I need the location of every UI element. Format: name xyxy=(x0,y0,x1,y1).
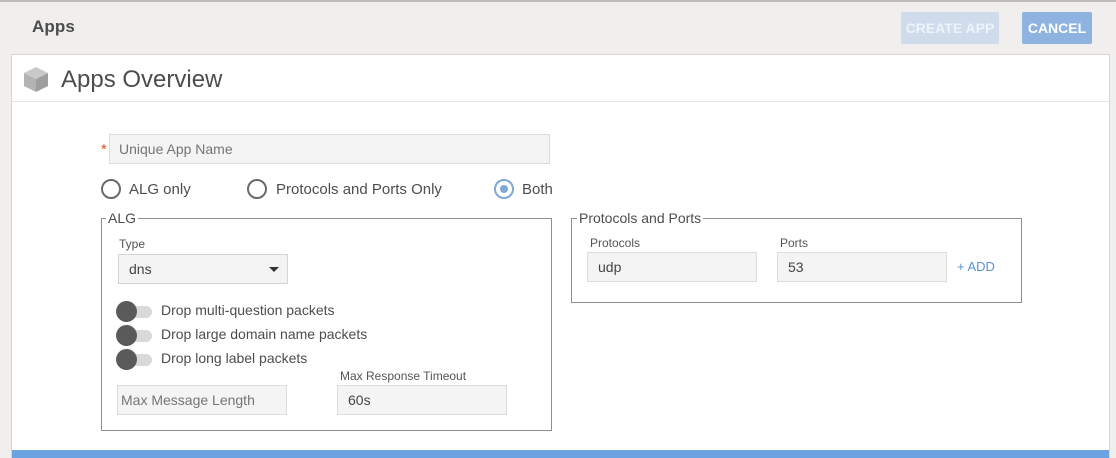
type-label: Type xyxy=(119,237,146,251)
app-name-input[interactable] xyxy=(109,134,550,164)
toggle-knob xyxy=(116,301,137,322)
protocols-label: Protocols xyxy=(590,236,641,250)
radio-protocols-ports-only[interactable] xyxy=(247,179,267,199)
toggle-knob xyxy=(116,349,137,370)
max-response-timeout-label: Max Response Timeout xyxy=(340,369,467,383)
alg-legend: ALG xyxy=(106,210,139,226)
chevron-down-icon xyxy=(269,267,279,272)
radio-alg-only[interactable] xyxy=(101,179,121,199)
page-title: Apps xyxy=(32,17,75,36)
ports-input[interactable] xyxy=(777,252,947,282)
add-port-button[interactable]: + ADD xyxy=(957,259,995,274)
protocols-ports-legend: Protocols and Ports xyxy=(577,210,704,226)
max-response-timeout-input[interactable] xyxy=(337,385,507,415)
app-window: Apps CREATE APP CANCEL Apps Overview * A… xyxy=(0,0,1116,458)
apps-overview-panel: Apps Overview * ALG only Protocols and P… xyxy=(11,54,1110,458)
radio-both[interactable] xyxy=(494,179,514,199)
alg-fieldset: ALG Type dns Drop multi-question packets… xyxy=(101,210,552,431)
cancel-button[interactable]: CANCEL xyxy=(1022,12,1092,44)
toggle-large-domain[interactable] xyxy=(116,324,154,346)
radio-both-label[interactable]: Both xyxy=(522,181,553,198)
radio-alg-only-label[interactable]: ALG only xyxy=(129,181,191,198)
required-indicator: * xyxy=(101,141,107,158)
toggle-long-label-label: Drop long label packets xyxy=(161,350,308,366)
max-message-length-input[interactable] xyxy=(117,385,287,415)
toggle-large-domain-label: Drop large domain name packets xyxy=(161,326,368,342)
panel-title: Apps Overview xyxy=(61,66,223,93)
create-app-button[interactable]: CREATE APP xyxy=(901,12,999,44)
protocols-ports-fieldset: Protocols and Ports Protocols Ports + AD… xyxy=(571,210,1022,303)
top-bar: Apps CREATE APP CANCEL xyxy=(0,2,1116,54)
panel-header: Apps Overview xyxy=(12,55,1109,102)
cube-icon xyxy=(24,67,48,92)
protocols-input[interactable] xyxy=(587,252,757,282)
toggle-long-label[interactable] xyxy=(116,348,154,370)
toggle-multi-question[interactable] xyxy=(116,300,154,322)
type-select[interactable]: dns xyxy=(118,254,288,284)
type-select-value: dns xyxy=(129,261,152,277)
toggle-knob xyxy=(116,325,137,346)
radio-protocols-ports-only-label[interactable]: Protocols and Ports Only xyxy=(276,181,442,198)
ports-label: Ports xyxy=(780,236,809,250)
bottom-accent-bar xyxy=(12,450,1109,458)
toggle-multi-question-label: Drop multi-question packets xyxy=(161,302,335,318)
mode-radio-group: ALG only Protocols and Ports Only Both xyxy=(12,179,1109,201)
